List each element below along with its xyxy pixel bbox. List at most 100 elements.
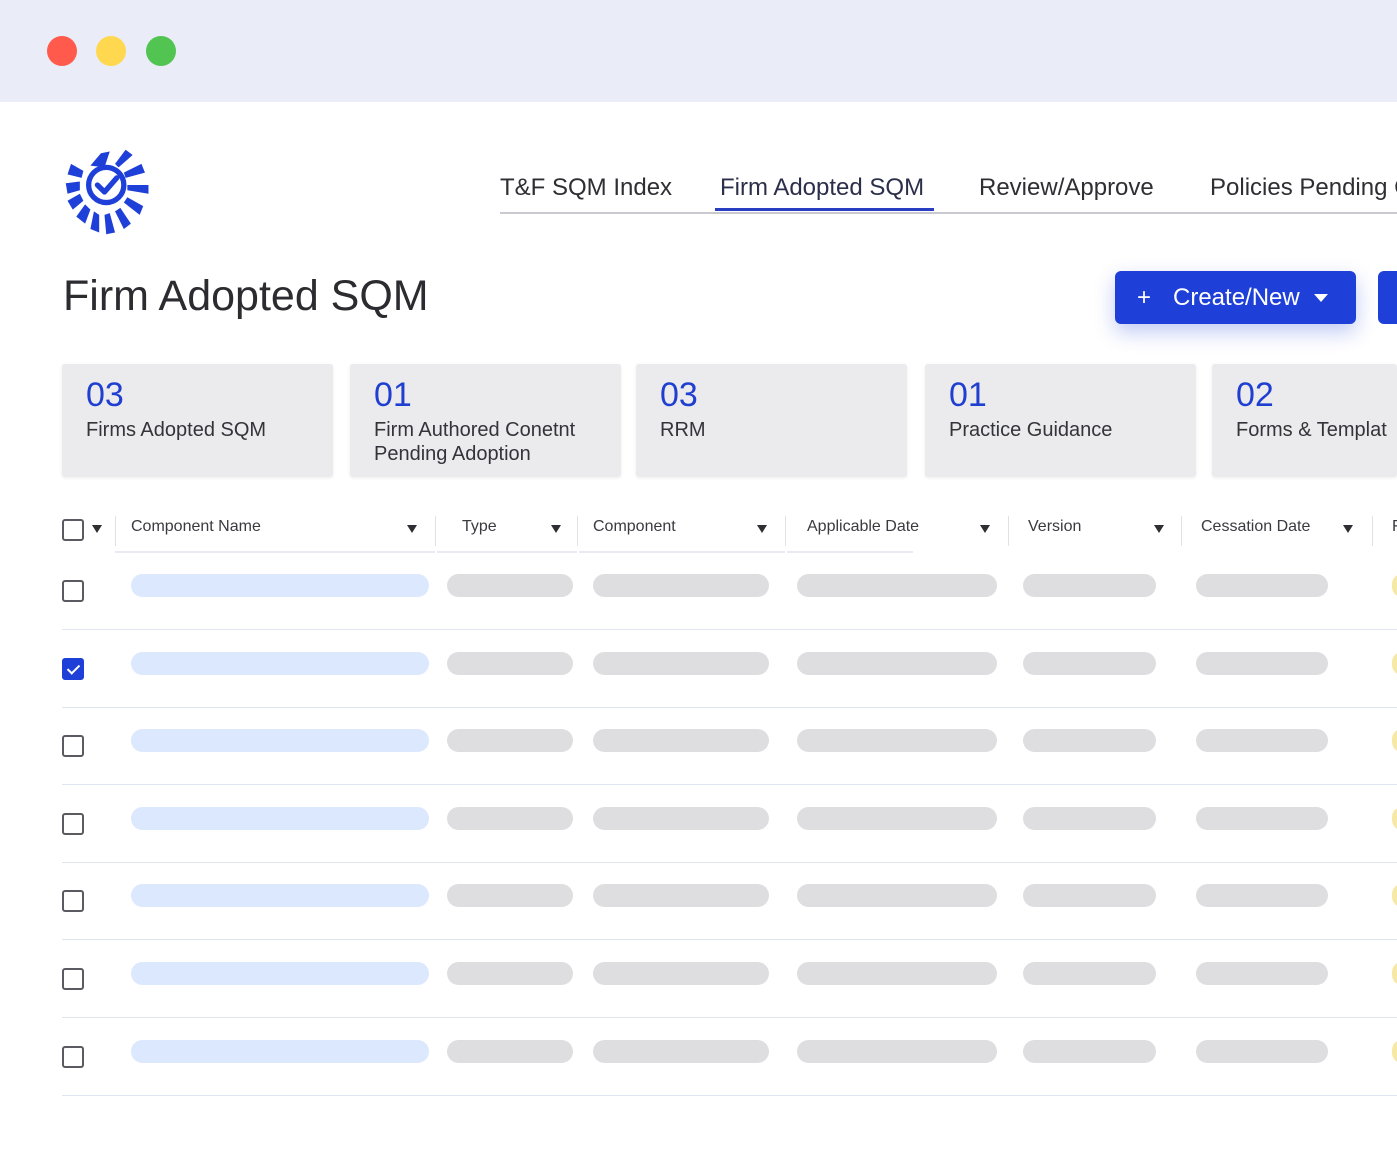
- component-name-placeholder: [131, 1039, 429, 1063]
- window-titlebar: [0, 0, 1397, 102]
- applicable-date-placeholder: [797, 962, 997, 985]
- table-row[interactable]: [0, 786, 1397, 863]
- chevron-down-icon: [1313, 293, 1328, 302]
- cessation-date-placeholder: [1196, 1039, 1328, 1063]
- sort-dropdown-icon[interactable]: [1343, 525, 1353, 533]
- status-placeholder: [1392, 651, 1397, 675]
- applicable-date-placeholder: [797, 884, 997, 908]
- active-tab-indicator: [715, 208, 934, 211]
- tab-policies-pending[interactable]: Policies Pending C: [1210, 174, 1397, 212]
- column-header-component[interactable]: Component: [593, 518, 676, 536]
- select-all-checkbox[interactable]: [62, 519, 84, 541]
- component-placeholder: [593, 1039, 769, 1063]
- version-placeholder: [1023, 806, 1156, 830]
- component-placeholder: [593, 651, 769, 675]
- status-placeholder: [1392, 884, 1397, 908]
- type-placeholder: [447, 729, 573, 753]
- main-tab-bar: T&F SQM Index Firm Adopted SQM Review/Ap…: [500, 168, 1397, 214]
- column-header-cessation-date[interactable]: Cessation Date: [1201, 518, 1310, 536]
- row-checkbox[interactable]: [62, 812, 84, 835]
- component-name-placeholder: [131, 729, 429, 753]
- component-placeholder: [593, 884, 769, 908]
- applicable-date-placeholder: [797, 729, 997, 753]
- type-placeholder: [447, 1039, 573, 1063]
- row-checkbox[interactable]: [62, 968, 84, 990]
- table-row[interactable]: [0, 631, 1397, 708]
- type-placeholder: [447, 884, 573, 908]
- sort-dropdown-icon[interactable]: [1154, 525, 1164, 533]
- version-placeholder: [1023, 1039, 1156, 1063]
- column-header-component-name[interactable]: Component Name: [131, 518, 261, 536]
- summary-card-forms-templates[interactable]: 02 Forms & Templat: [1212, 364, 1397, 477]
- summary-card-firms-adopted[interactable]: 03 Firms Adopted SQM: [62, 364, 333, 477]
- status-placeholder: [1392, 806, 1397, 830]
- minimize-window-button[interactable]: [96, 36, 126, 66]
- card-label: RRM: [660, 419, 706, 441]
- component-name-placeholder: [131, 651, 429, 675]
- row-checkbox[interactable]: [62, 1045, 84, 1068]
- type-placeholder: [447, 574, 573, 597]
- row-checkbox[interactable]: [62, 890, 84, 913]
- version-placeholder: [1023, 651, 1156, 675]
- cessation-date-placeholder: [1196, 806, 1328, 830]
- summary-card-practice-guidance[interactable]: 01 Practice Guidance: [925, 364, 1196, 477]
- sort-dropdown-icon[interactable]: [980, 525, 990, 533]
- applicable-date-placeholder: [797, 1039, 997, 1063]
- column-header-f[interactable]: F: [1392, 518, 1397, 536]
- create-new-label: Create/New: [1173, 283, 1300, 311]
- version-placeholder: [1023, 574, 1156, 597]
- card-count: 01: [949, 376, 987, 414]
- column-divider: [115, 516, 116, 546]
- card-label: Firm Authored Conetnt Pending Adoption: [374, 419, 576, 465]
- status-placeholder: [1392, 962, 1397, 985]
- row-checkbox[interactable]: [62, 580, 84, 602]
- sort-dropdown-icon[interactable]: [407, 525, 417, 533]
- column-header-type[interactable]: Type: [462, 518, 497, 536]
- card-label: Forms & Templat: [1236, 419, 1387, 441]
- create-new-button[interactable]: + Create/New: [1115, 271, 1356, 324]
- page-title: Firm Adopted SQM: [63, 272, 429, 320]
- close-window-button[interactable]: [47, 36, 77, 66]
- version-placeholder: [1023, 962, 1156, 985]
- sort-dropdown-icon[interactable]: [551, 525, 561, 533]
- cessation-date-placeholder: [1196, 729, 1328, 753]
- tab-review-approve[interactable]: Review/Approve: [979, 174, 1154, 212]
- sort-dropdown-icon[interactable]: [757, 525, 767, 533]
- component-placeholder: [593, 574, 769, 597]
- tab-firm-adopted-sqm[interactable]: Firm Adopted SQM: [720, 174, 924, 212]
- card-count: 02: [1236, 376, 1274, 414]
- applicable-date-placeholder: [797, 806, 997, 830]
- summary-card-rrm[interactable]: 03 RRM: [636, 364, 907, 477]
- secondary-action-button[interactable]: [1378, 271, 1397, 324]
- row-checkbox[interactable]: [62, 657, 84, 680]
- tab-tf-sqm-index[interactable]: T&F SQM Index: [500, 174, 672, 212]
- column-divider: [1008, 516, 1009, 546]
- card-count: 03: [86, 376, 124, 414]
- row-checkbox[interactable]: [62, 735, 84, 758]
- maximize-window-button[interactable]: [146, 36, 176, 66]
- table-row[interactable]: [0, 1019, 1397, 1096]
- table-row[interactable]: [0, 941, 1397, 1018]
- column-divider: [1372, 516, 1373, 546]
- summary-card-pending-adoption[interactable]: 01 Firm Authored Conetnt Pending Adoptio…: [350, 364, 621, 477]
- table-row[interactable]: [0, 863, 1397, 941]
- component-placeholder: [593, 729, 769, 753]
- select-all-dropdown-icon[interactable]: [92, 525, 102, 533]
- table-row[interactable]: [0, 708, 1397, 786]
- card-label: Firms Adopted SQM: [86, 419, 267, 441]
- checkmark-sunburst-logo-icon: [65, 149, 149, 235]
- column-header-applicable-date[interactable]: Applicable Date: [807, 518, 919, 536]
- component-name-placeholder: [131, 806, 429, 830]
- column-divider: [1181, 516, 1182, 546]
- column-divider: [577, 516, 578, 546]
- applicable-date-placeholder: [797, 574, 997, 597]
- row-divider: [62, 1094, 1397, 1096]
- column-header-version[interactable]: Version: [1028, 518, 1081, 536]
- component-name-placeholder: [131, 884, 429, 908]
- component-name-placeholder: [131, 962, 429, 985]
- status-placeholder: [1392, 1039, 1397, 1063]
- type-placeholder: [447, 962, 573, 985]
- table-row[interactable]: [0, 553, 1397, 630]
- plus-icon: +: [1137, 283, 1152, 311]
- column-divider: [785, 516, 786, 546]
